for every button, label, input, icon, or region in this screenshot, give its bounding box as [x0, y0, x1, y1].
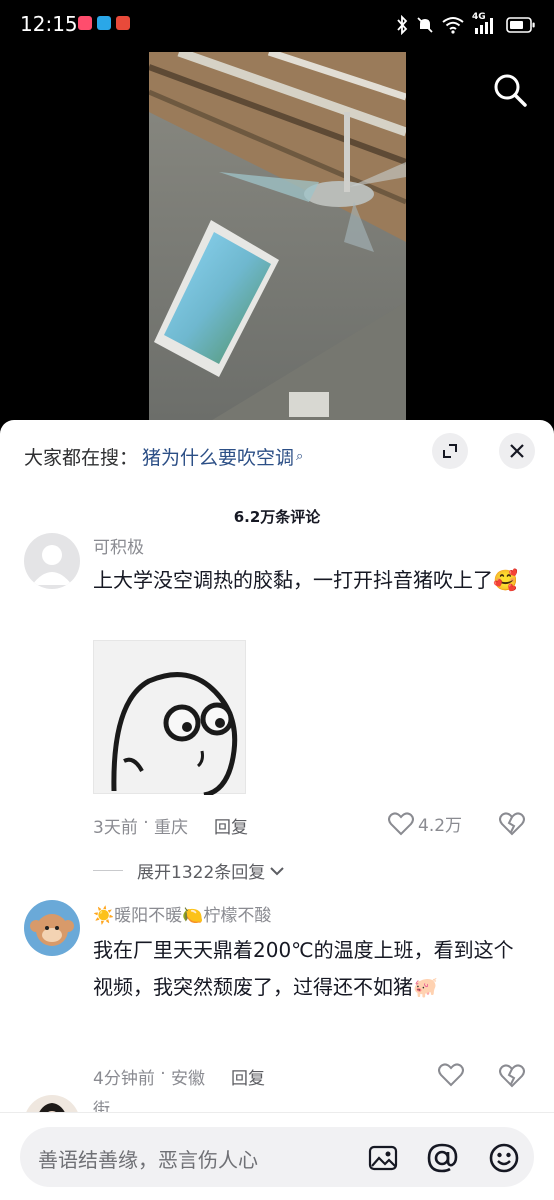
- comment-sheet: 大家都在搜： 猪为什么要吹空调 ⌕ 6.2万条评论 可积极 上大学没空调热的胶黏…: [0, 420, 554, 1200]
- comment-username[interactable]: 可积极: [93, 533, 144, 558]
- image-icon: [368, 1145, 398, 1171]
- telegram-icon: [97, 16, 111, 30]
- hot-search-bar[interactable]: 大家都在搜： 猪为什么要吹空调 ⌕: [24, 440, 303, 472]
- meta-dot: ·: [137, 813, 155, 833]
- expand-icon: [443, 444, 457, 458]
- status-time: 12:15: [20, 12, 78, 36]
- heart-icon: [438, 1063, 464, 1087]
- bluetooth-icon: [397, 15, 408, 35]
- chevron-down-icon: [270, 866, 284, 875]
- comment-meta: 3天前 · 重庆 回复: [93, 813, 248, 838]
- app-notification-icon: [78, 16, 92, 30]
- avatar[interactable]: [24, 900, 80, 956]
- avatar[interactable]: [24, 533, 80, 589]
- comment-input-bar: 善语结善缘，恶言伤人心: [0, 1112, 554, 1200]
- expand-sheet-button[interactable]: [432, 433, 468, 469]
- comment-input[interactable]: 善语结善缘，恶言伤人心: [20, 1127, 534, 1187]
- default-avatar-icon: [32, 545, 72, 585]
- heart-icon: [388, 811, 414, 835]
- hot-search-query[interactable]: 猪为什么要吹空调: [142, 443, 294, 470]
- expand-replies-label: 展开1322条回复: [137, 863, 266, 883]
- battery-icon: [506, 17, 535, 33]
- close-sheet-button[interactable]: [499, 433, 535, 469]
- at-icon: [427, 1143, 458, 1173]
- mute-icon: [417, 17, 433, 33]
- video-frame: [149, 52, 406, 422]
- notification-icons: [78, 16, 130, 30]
- video-player[interactable]: [149, 52, 406, 422]
- comment-count: 6.2万条评论: [233, 508, 321, 526]
- emoji-button[interactable]: [487, 1141, 521, 1175]
- wifi-icon: [442, 17, 464, 34]
- image-button[interactable]: [366, 1141, 400, 1175]
- comment-sticker-image[interactable]: [93, 640, 246, 798]
- mention-button[interactable]: [425, 1141, 459, 1175]
- status-bar: 12:15 4G: [0, 0, 554, 52]
- expand-replies-button[interactable]: 展开1322条回复: [93, 858, 285, 883]
- close-icon: [510, 444, 524, 458]
- meta-dot: ·: [154, 1064, 172, 1084]
- search-icon: [494, 74, 527, 107]
- dislike-button[interactable]: [499, 812, 525, 840]
- reply-button[interactable]: 回复: [214, 813, 248, 838]
- reply-button[interactable]: 回复: [231, 1064, 265, 1089]
- like-button[interactable]: 4.2万: [388, 811, 462, 836]
- pinduoduo-icon: [116, 16, 130, 30]
- comment-text: 我在厂里天天鼎着200℃的温度上班，看到这个视频，我突然颓废了，过得还不如猪🐖: [93, 938, 514, 999]
- comment-username[interactable]: ☀️暖阳不暖🍋柠檬不酸: [93, 901, 271, 926]
- status-right: 4G: [396, 12, 536, 35]
- dislike-button[interactable]: [499, 1064, 525, 1092]
- broken-heart-icon: [499, 1064, 525, 1088]
- sticker-drawing: [111, 672, 238, 798]
- hot-search-label: 大家都在搜：: [24, 446, 139, 469]
- monkey-avatar-icon: [30, 914, 74, 946]
- emoji-icon: [489, 1143, 519, 1173]
- broken-heart-icon: [499, 812, 525, 836]
- comment-location: 安徽: [171, 1069, 206, 1089]
- hot-search-query-icon: ⌕: [296, 448, 304, 464]
- signal-icon: 4G: [472, 12, 498, 35]
- like-button[interactable]: [438, 1063, 468, 1087]
- comment-time: 3天前: [93, 818, 138, 838]
- video-search-button[interactable]: [490, 70, 530, 110]
- comment-location: 重庆: [154, 818, 189, 838]
- comment-time: 4分钟前: [93, 1069, 155, 1089]
- like-count: 4.2万: [418, 816, 463, 836]
- comment-input-placeholder: 善语结善缘，恶言伤人心: [38, 1148, 258, 1172]
- expand-divider: [93, 870, 123, 871]
- comment-text: 上大学没空调热的胶黏，一打开抖音猪吹上了🥰: [93, 568, 518, 592]
- comment-meta: 4分钟前 · 安徽 回复: [93, 1064, 265, 1089]
